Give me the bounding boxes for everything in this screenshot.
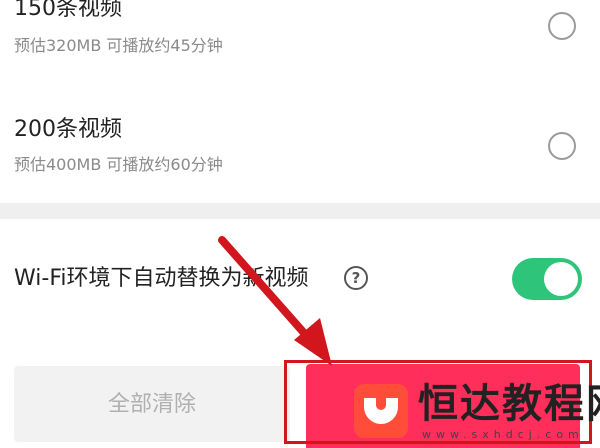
section-divider [0,203,600,219]
radio-unchecked-icon[interactable] [548,132,576,160]
switch-knob [544,262,578,296]
option-subtitle: 预估320MB 可播放约45分钟 [14,36,223,55]
option-subtitle: 预估400MB 可播放约60分钟 [14,155,223,174]
option-200-videos[interactable]: 200条视频 预估400MB 可播放约60分钟 [0,100,600,200]
question-circle-icon[interactable]: ? [344,266,368,290]
auto-replace-label: Wi-Fi环境下自动替换为新视频 [14,266,309,291]
confirm-button[interactable] [306,364,580,448]
auto-replace-row: Wi-Fi环境下自动替换为新视频 ? [0,250,600,310]
radio-unchecked-icon[interactable] [548,12,576,40]
option-title: 200条视频 [14,117,122,142]
clear-all-button[interactable]: 全部清除 [14,366,290,442]
auto-replace-switch[interactable] [512,258,582,300]
option-title: 150条视频 [14,0,122,21]
option-150-videos[interactable]: 150条视频 预估320MB 可播放约45分钟 [0,0,600,92]
